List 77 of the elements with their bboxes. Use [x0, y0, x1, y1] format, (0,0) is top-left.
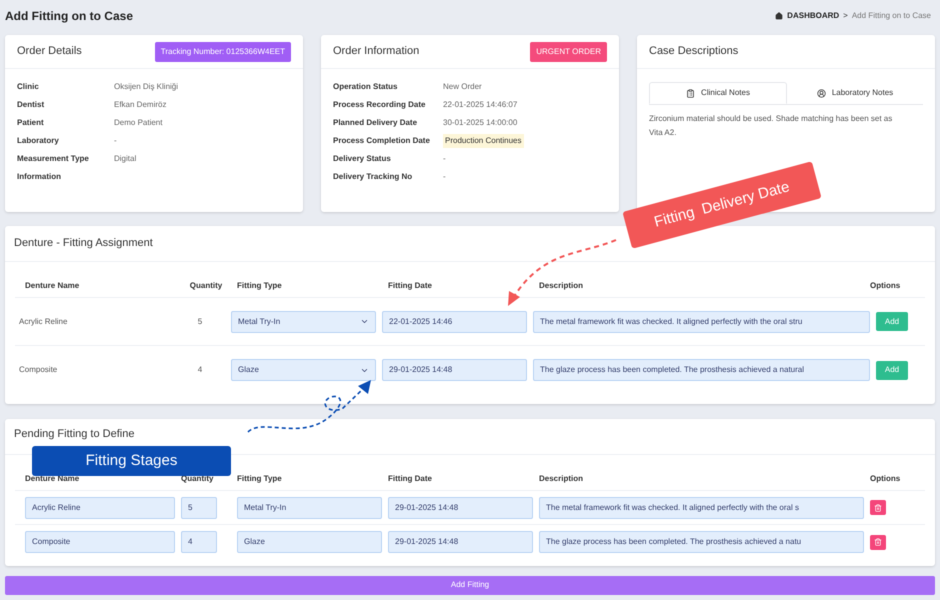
field-value: Efkan Demiröz	[114, 99, 166, 111]
field-value: Oksijen Diş Kliniği	[114, 81, 178, 93]
field-label: Planned Delivery Date	[333, 117, 418, 129]
date-field[interactable]: 22-01-2025 14:46	[382, 310, 527, 332]
card-title: Order Details	[17, 44, 82, 60]
fitting-type-select[interactable]: Glaze	[231, 359, 376, 381]
field-label: Patient	[17, 117, 45, 129]
date-field[interactable]: 29-01-2025 14:48	[388, 496, 533, 518]
denture-name-field[interactable]: Composite	[25, 531, 175, 553]
field-value: -	[114, 135, 117, 147]
field-value: 22-01-2025 14:46:07	[443, 99, 518, 111]
field-value: New Order	[443, 81, 482, 93]
field-value: -	[443, 171, 446, 183]
field-label: Operation Status	[333, 81, 398, 93]
field-label: Process Completion Date	[333, 135, 431, 147]
table-cell-text: Composite	[19, 364, 58, 376]
column-header: Fitting Type	[237, 280, 283, 292]
page-title: Add Fitting on to Case	[5, 8, 133, 24]
column-header: Description	[539, 280, 584, 292]
card-title: Pending Fitting to Define	[14, 426, 134, 442]
breadcrumb-link[interactable]: DASHBOARD	[787, 10, 840, 22]
field-label: Delivery Tracking No	[333, 171, 414, 183]
date-field[interactable]: 29-01-2025 14:48	[382, 359, 527, 381]
clipboard-icon	[686, 88, 696, 98]
field-value: 30-01-2025 14:00:00	[443, 117, 518, 129]
column-header: Denture Name	[25, 473, 80, 485]
user-icon	[816, 88, 826, 98]
notes-text: Zirconium material should be used. Shade matching has been set as Vita A2.	[649, 113, 894, 139]
quantity-field[interactable]: 5	[181, 496, 217, 518]
column-header: Fitting Type	[237, 473, 283, 485]
field-label: Delivery Status	[333, 153, 392, 165]
field-label: Process Recording Date	[333, 99, 426, 111]
description-field[interactable]: The metal framework fit was checked. It aligned perfectly with the oral stru	[533, 310, 870, 332]
callout-label: Fitting Stages	[32, 446, 231, 476]
denture-name-field[interactable]: Acrylic Reline	[25, 496, 175, 518]
column-header: Quantity	[181, 473, 214, 485]
fitting-type-select[interactable]: Metal Try-In	[231, 310, 376, 332]
date-field[interactable]: 29-01-2025 14:48	[388, 531, 533, 553]
home-icon	[775, 12, 784, 20]
status-highlight: Production Continues	[443, 134, 524, 148]
field-label: Clinic	[17, 81, 40, 93]
field-value: -	[443, 153, 446, 165]
column-header: Description	[539, 473, 584, 485]
notes-tab[interactable]: Laboratory Notes	[787, 82, 923, 104]
card-title: Order Information	[333, 44, 420, 60]
field-label: Dentist	[17, 99, 46, 111]
description-field[interactable]: The metal framework fit was checked. It aligned perfectly with the oral s	[539, 496, 864, 518]
column-header: Options	[870, 473, 902, 485]
field-label: Measurement Type	[17, 153, 90, 165]
notes-tab[interactable]: Clinical Notes	[649, 82, 787, 104]
trash-icon	[874, 538, 882, 546]
status-badge: Tracking Number: 0125366W4EET	[154, 42, 291, 62]
field-value: Demo Patient	[114, 117, 162, 129]
table-cell-text: 5	[196, 316, 204, 328]
field-value: Digital	[114, 153, 136, 165]
description-field[interactable]: The glaze process has been completed. The prosthesis achieved a natu	[539, 531, 864, 553]
quantity-field[interactable]: 4	[181, 531, 217, 553]
description-field[interactable]: The glaze process has been completed. The prosthesis achieved a natural	[533, 359, 870, 381]
fitting-type-field[interactable]: Glaze	[237, 531, 382, 553]
field-label: Laboratory	[17, 135, 60, 147]
column-header: Denture Name	[25, 280, 80, 292]
field-label: Information	[17, 171, 62, 183]
card-title: Case Descriptions	[649, 44, 738, 60]
chevron-icon	[360, 317, 369, 326]
status-badge: URGENT ORDER	[530, 42, 607, 62]
trash-icon	[874, 504, 882, 512]
breadcrumb-separator: >	[843, 10, 848, 22]
fitting-type-field[interactable]: Metal Try-In	[237, 496, 382, 518]
column-header: Options	[870, 280, 902, 292]
column-header: Quantity	[188, 280, 224, 292]
table-cell-text: Acrylic Reline	[19, 316, 68, 328]
column-header: Fitting Date	[388, 473, 433, 485]
delete-button[interactable]	[870, 534, 886, 550]
table-cell-text: 4	[196, 364, 204, 376]
column-header: Fitting Date	[388, 280, 433, 292]
delete-button[interactable]	[870, 500, 886, 515]
card-title: Denture - Fitting Assignment	[14, 236, 153, 252]
